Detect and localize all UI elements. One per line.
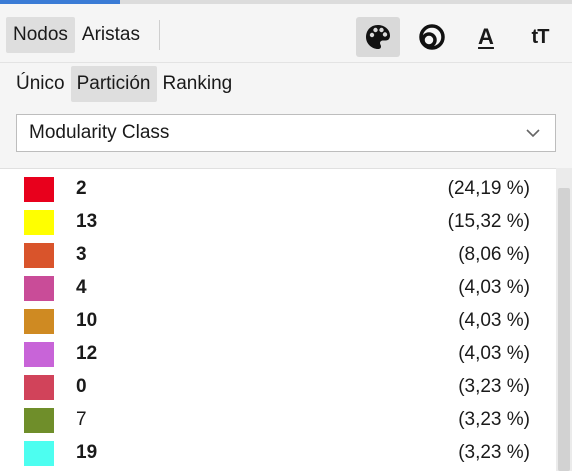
label-color-icon: A xyxy=(478,24,494,49)
color-swatch[interactable] xyxy=(24,342,54,367)
mode-tabs: Único Partición Ranking xyxy=(10,66,238,102)
partition-row[interactable]: 0 (3,23 %) xyxy=(0,371,556,404)
tab-particion[interactable]: Partición xyxy=(70,66,157,102)
size-property-button[interactable] xyxy=(410,17,454,57)
active-panel-indicator xyxy=(0,0,120,4)
attribute-dropdown-value: Modularity Class xyxy=(29,122,170,143)
attribute-dropdown[interactable]: Modularity Class xyxy=(16,114,556,152)
partition-percent: (8,06 %) xyxy=(458,244,530,265)
partition-row[interactable]: 2 (24,19 %) xyxy=(0,173,556,206)
label-size-button[interactable]: tT xyxy=(518,17,562,57)
partition-row[interactable]: 3 (8,06 %) xyxy=(0,239,556,272)
color-property-button[interactable] xyxy=(356,17,400,57)
color-swatch[interactable] xyxy=(24,210,54,235)
label-color-button[interactable]: A xyxy=(464,17,508,57)
tab-particion-label: Partición xyxy=(76,73,151,94)
color-swatch[interactable] xyxy=(24,243,54,268)
tab-ranking-label: Ranking xyxy=(162,73,233,94)
partition-label: 12 xyxy=(76,343,98,364)
toolbar-divider xyxy=(159,20,160,50)
tab-nodos-label: Nodos xyxy=(13,24,68,45)
partition-row[interactable]: 4 (4,03 %) xyxy=(0,272,556,305)
partition-row[interactable]: 12 (4,03 %) xyxy=(0,338,556,371)
size-icon xyxy=(419,24,445,50)
color-swatch[interactable] xyxy=(24,408,54,433)
partition-label: 13 xyxy=(76,211,98,232)
tab-ranking[interactable]: Ranking xyxy=(157,66,239,102)
color-swatch[interactable] xyxy=(24,276,54,301)
color-swatch[interactable] xyxy=(24,375,54,400)
partition-percent: (15,32 %) xyxy=(447,211,530,232)
partition-row[interactable]: 7 (3,23 %) xyxy=(0,404,556,437)
partition-percent: (24,19 %) xyxy=(447,178,530,199)
partition-percent: (3,23 %) xyxy=(458,376,530,397)
partition-label: 10 xyxy=(76,310,98,331)
partition-percent: (3,23 %) xyxy=(458,409,530,430)
partition-label: 0 xyxy=(76,376,87,397)
appearance-panel: Nodos Aristas A tT Único Partición Ranki… xyxy=(0,0,572,471)
partition-percent: (4,03 %) xyxy=(458,343,530,364)
partition-row[interactable]: 10 (4,03 %) xyxy=(0,305,556,338)
partition-label: 19 xyxy=(76,442,98,463)
color-swatch[interactable] xyxy=(24,177,54,202)
partition-label: 4 xyxy=(76,277,87,298)
partition-label: 2 xyxy=(76,178,87,199)
label-size-icon: tT xyxy=(531,25,550,48)
color-swatch[interactable] xyxy=(24,441,54,466)
tab-unico[interactable]: Único xyxy=(10,66,71,102)
partition-percent: (3,23 %) xyxy=(458,442,530,463)
element-type-tabs: Nodos Aristas xyxy=(6,17,147,53)
partition-percent: (4,03 %) xyxy=(458,310,530,331)
color-swatch[interactable] xyxy=(24,309,54,334)
property-icons: A tT xyxy=(356,17,562,57)
palette-icon xyxy=(366,25,390,49)
tab-aristas-label: Aristas xyxy=(81,24,140,45)
partition-row[interactable]: 19 (3,23 %) xyxy=(0,437,556,470)
tab-nodos[interactable]: Nodos xyxy=(6,17,75,53)
partition-list[interactable]: 2 (24,19 %) 13 (15,32 %) 3 (8,06 %) 4 (4… xyxy=(0,168,556,471)
partition-list-scrollbar[interactable] xyxy=(556,168,572,471)
chevron-down-icon xyxy=(526,129,540,138)
tab-aristas[interactable]: Aristas xyxy=(75,17,147,53)
tab-unico-label: Único xyxy=(16,73,65,94)
partition-row[interactable]: 13 (15,32 %) xyxy=(0,206,556,239)
partition-label: 7 xyxy=(76,409,87,430)
partition-percent: (4,03 %) xyxy=(458,277,530,298)
scrollbar-thumb[interactable] xyxy=(558,188,570,471)
partition-label: 3 xyxy=(76,244,87,265)
element-type-toolbar: Nodos Aristas A tT xyxy=(0,10,572,60)
mode-toolbar: Único Partición Ranking xyxy=(0,62,572,105)
